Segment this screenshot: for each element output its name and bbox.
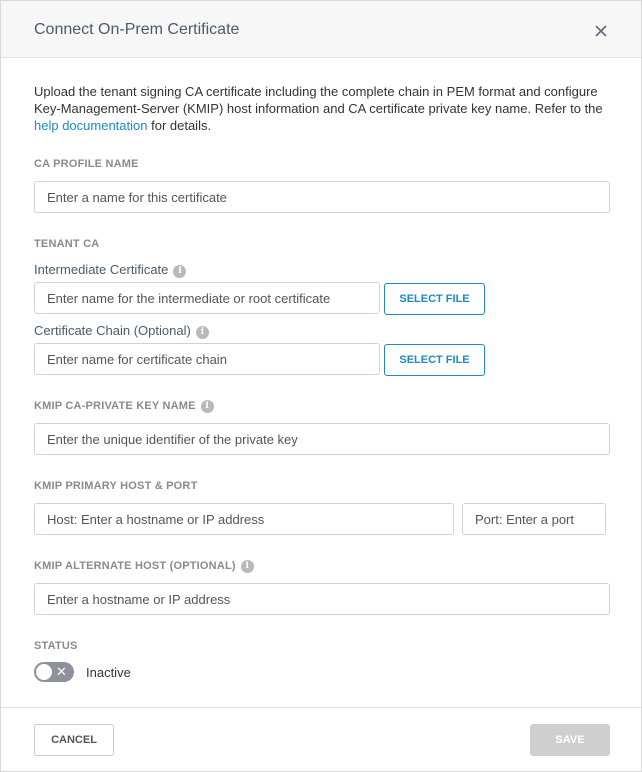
toggle-knob: [36, 664, 52, 680]
kmip-private-key-input[interactable]: [34, 423, 610, 455]
info-icon[interactable]: i: [195, 326, 209, 339]
kmip-alternate-host-label-text: KMIP ALTERNATE HOST (OPTIONAL): [34, 560, 236, 572]
intro-text: Upload the tenant signing CA certificate…: [34, 84, 603, 116]
tenant-ca-label: TENANT CA: [34, 238, 100, 250]
certificate-chain-label: Certificate Chain (Optional) i: [34, 323, 209, 339]
certificate-chain-label-text: Certificate Chain (Optional): [34, 323, 191, 338]
kmip-primary-port-input[interactable]: [462, 503, 606, 535]
kmip-primary-host-port-label: KMIP PRIMARY HOST & PORT: [34, 480, 198, 492]
dialog-header: Connect On-Prem Certificate: [1, 1, 641, 58]
status-toggle[interactable]: ✕: [34, 662, 74, 682]
close-icon[interactable]: [591, 21, 611, 41]
cancel-button[interactable]: CANCEL: [34, 724, 114, 756]
info-icon[interactable]: i: [173, 265, 187, 278]
kmip-private-key-label-text: KMIP CA-PRIVATE KEY NAME: [34, 400, 196, 412]
chain-select-file-button[interactable]: SELECT FILE: [384, 344, 485, 376]
ca-profile-name-input[interactable]: [34, 181, 610, 213]
help-documentation-link[interactable]: help documentation: [34, 118, 147, 133]
status-label: STATUS: [34, 640, 78, 652]
intermediate-select-file-button[interactable]: SELECT FILE: [384, 283, 485, 315]
kmip-private-key-label: KMIP CA-PRIVATE KEY NAME i: [34, 400, 214, 413]
certificate-chain-input[interactable]: [34, 343, 380, 375]
toggle-off-icon: ✕: [56, 664, 67, 679]
connect-certificate-dialog: Connect On-Prem Certificate Upload the t…: [0, 0, 642, 772]
info-icon[interactable]: i: [240, 560, 254, 573]
kmip-alternate-host-label: KMIP ALTERNATE HOST (OPTIONAL) i: [34, 560, 254, 573]
dialog-title: Connect On-Prem Certificate: [34, 21, 240, 38]
dialog-description: Upload the tenant signing CA certificate…: [34, 83, 610, 134]
intermediate-certificate-label-text: Intermediate Certificate: [34, 262, 169, 277]
kmip-alternate-host-input[interactable]: [34, 583, 610, 615]
status-value: Inactive: [86, 665, 131, 680]
info-icon[interactable]: i: [200, 400, 214, 413]
kmip-primary-host-input[interactable]: [34, 503, 454, 535]
intro-text-end: for details.: [147, 118, 212, 133]
intermediate-certificate-input[interactable]: [34, 282, 380, 314]
save-button[interactable]: SAVE: [530, 724, 610, 756]
intermediate-certificate-label: Intermediate Certificate i: [34, 262, 187, 278]
ca-profile-name-label: CA PROFILE NAME: [34, 158, 139, 170]
